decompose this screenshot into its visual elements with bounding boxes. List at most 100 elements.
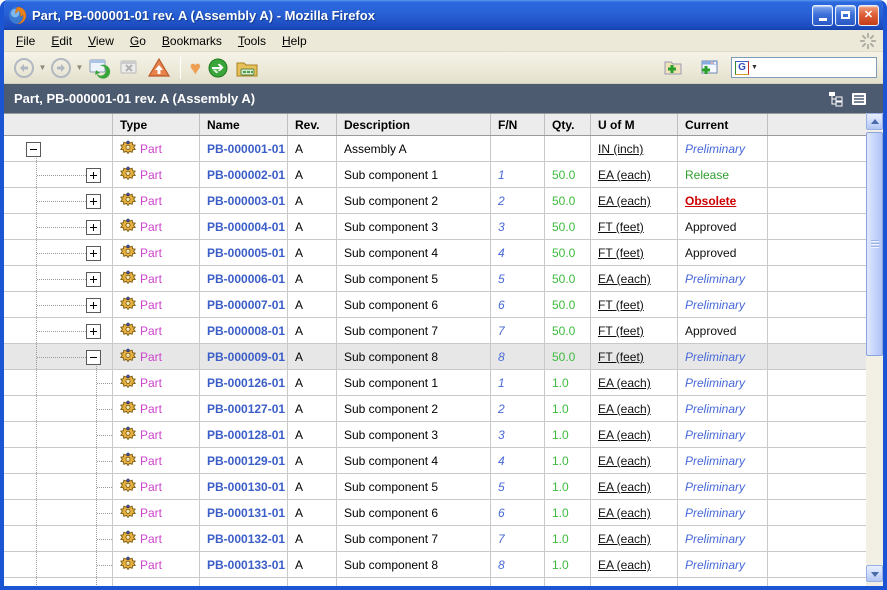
part-number-link[interactable]: PB-000007-01 xyxy=(207,298,285,312)
table-row[interactable]: PartPB-000001-01AAssembly AIN (inch)Prel… xyxy=(4,136,866,162)
collapse-icon[interactable] xyxy=(26,142,41,157)
column-header-current[interactable]: Current xyxy=(678,114,768,135)
expand-icon[interactable] xyxy=(86,194,101,209)
uom-link[interactable]: EA (each) xyxy=(598,428,651,442)
uom-link[interactable]: EA (each) xyxy=(598,168,651,182)
expand-icon[interactable] xyxy=(86,324,101,339)
uom-link[interactable]: EA (each) xyxy=(598,376,651,390)
bookmarks-button[interactable]: ♥ xyxy=(187,54,204,82)
table-row[interactable]: PartPB-000004-01ASub component 3350.0FT … xyxy=(4,214,866,240)
part-number-link[interactable]: PB-000004-01 xyxy=(207,220,285,234)
list-view-button[interactable] xyxy=(850,90,867,107)
home-button[interactable] xyxy=(144,54,174,82)
part-number-link[interactable]: PB-000003-01 xyxy=(207,194,285,208)
scrollbar-thumb[interactable] xyxy=(866,132,883,356)
menu-tools[interactable]: Tools xyxy=(230,31,274,51)
column-header-uofm[interactable]: U of M xyxy=(591,114,678,135)
uom-link[interactable]: EA (each) xyxy=(598,194,651,208)
part-number-link[interactable]: PB-000006-01 xyxy=(207,272,285,286)
table-row[interactable]: PartPB-000002-01ASub component 1150.0EA … xyxy=(4,162,866,188)
column-header-type[interactable]: Type xyxy=(113,114,200,135)
expand-icon[interactable] xyxy=(86,298,101,313)
table-row[interactable]: PartPB-000005-01ASub component 4450.0FT … xyxy=(4,240,866,266)
scroll-up-button[interactable] xyxy=(866,113,883,130)
menu-view[interactable]: View xyxy=(80,31,122,51)
table-row[interactable]: PartPB-000009-01ASub component 8850.0FT … xyxy=(4,344,866,370)
part-number-link[interactable]: PB-000001-01 xyxy=(207,142,285,156)
part-number-link[interactable]: PB-000131-01 xyxy=(207,506,285,520)
maximize-button[interactable] xyxy=(835,5,856,26)
forward-dropdown[interactable]: ▼ xyxy=(75,63,84,72)
uom-link[interactable]: FT (feet) xyxy=(598,350,644,364)
table-row[interactable]: PartPB-000008-01ASub component 7750.0FT … xyxy=(4,318,866,344)
uom-link[interactable]: EA (each) xyxy=(598,506,651,520)
table-row[interactable]: PartPB-000006-01ASub component 5550.0EA … xyxy=(4,266,866,292)
folder-card-button[interactable] xyxy=(232,54,262,82)
part-number-link[interactable]: PB-000126-01 xyxy=(207,376,285,390)
part-number-link[interactable]: PB-000133-01 xyxy=(207,558,285,572)
expand-icon[interactable] xyxy=(86,168,101,183)
uom-link[interactable]: IN (inch) xyxy=(598,142,643,156)
search-input[interactable] xyxy=(760,60,873,76)
table-row[interactable]: PartPB-000127-01ASub component 221.0EA (… xyxy=(4,396,866,422)
column-header-qty[interactable]: Qty. xyxy=(545,114,591,135)
add-folder-button[interactable] xyxy=(659,54,687,82)
table-row[interactable]: PartPB-000131-01ASub component 661.0EA (… xyxy=(4,500,866,526)
table-row[interactable]: PartPB-000133-01ASub component 881.0EA (… xyxy=(4,552,866,578)
uom-link[interactable]: EA (each) xyxy=(598,532,651,546)
scroll-down-button[interactable] xyxy=(866,565,883,582)
update-button[interactable] xyxy=(204,54,232,82)
stop-button[interactable] xyxy=(114,54,144,82)
menu-file[interactable]: File xyxy=(8,31,43,51)
new-window-button[interactable] xyxy=(695,54,723,82)
close-button[interactable]: ✕ xyxy=(858,5,879,26)
column-header-rev[interactable]: Rev. xyxy=(288,114,337,135)
table-row[interactable]: PartPB-000132-01ASub component 771.0EA (… xyxy=(4,526,866,552)
search-engine-dropdown-icon[interactable]: ▼ xyxy=(751,64,758,71)
part-number-link[interactable]: PB-000005-01 xyxy=(207,246,285,260)
vertical-scrollbar[interactable] xyxy=(866,113,883,586)
minimize-button[interactable] xyxy=(812,5,833,26)
uom-link[interactable]: EA (each) xyxy=(598,454,651,468)
uom-link[interactable]: EA (each) xyxy=(598,272,651,286)
part-number-link[interactable]: PB-000009-01 xyxy=(207,350,285,364)
column-header-name[interactable]: Name xyxy=(200,114,288,135)
google-engine-icon[interactable]: G xyxy=(735,61,749,75)
tree-view-button[interactable] xyxy=(827,90,844,107)
column-header-fn[interactable]: F/N xyxy=(491,114,545,135)
uom-link[interactable]: FT (feet) xyxy=(598,246,644,260)
table-row[interactable]: PartPB-000126-01ASub component 111.0EA (… xyxy=(4,370,866,396)
table-row[interactable]: PartPB-000003-01ASub component 2250.0EA … xyxy=(4,188,866,214)
menu-edit[interactable]: Edit xyxy=(43,31,80,51)
search-box[interactable]: G ▼ xyxy=(731,57,877,78)
part-number-link[interactable]: PB-000002-01 xyxy=(207,168,285,182)
table-row[interactable]: PartPB-000129-01ASub component 441.0EA (… xyxy=(4,448,866,474)
expand-icon[interactable] xyxy=(86,272,101,287)
menu-go[interactable]: Go xyxy=(122,31,154,51)
part-number-link[interactable]: PB-000127-01 xyxy=(207,402,285,416)
table-row[interactable]: PartPB-000130-01ASub component 551.0EA (… xyxy=(4,474,866,500)
collapse-icon[interactable] xyxy=(86,350,101,365)
column-header-description[interactable]: Description xyxy=(337,114,491,135)
back-dropdown[interactable]: ▼ xyxy=(38,63,47,72)
part-number-link[interactable]: PB-000128-01 xyxy=(207,428,285,442)
uom-link[interactable]: FT (feet) xyxy=(598,220,644,234)
uom-link[interactable]: FT (feet) xyxy=(598,298,644,312)
menu-bookmarks[interactable]: Bookmarks xyxy=(154,31,230,51)
uom-link[interactable]: EA (each) xyxy=(598,480,651,494)
table-row[interactable] xyxy=(4,578,866,586)
table-row[interactable]: PartPB-000128-01ASub component 331.0EA (… xyxy=(4,422,866,448)
uom-link[interactable]: FT (feet) xyxy=(598,324,644,338)
part-number-link[interactable]: PB-000132-01 xyxy=(207,532,285,546)
part-number-link[interactable]: PB-000130-01 xyxy=(207,480,285,494)
uom-link[interactable]: EA (each) xyxy=(598,402,651,416)
part-number-link[interactable]: PB-000008-01 xyxy=(207,324,285,338)
table-row[interactable]: PartPB-000007-01ASub component 6650.0FT … xyxy=(4,292,866,318)
part-number-link[interactable]: PB-000129-01 xyxy=(207,454,285,468)
reload-button[interactable] xyxy=(84,54,114,82)
expand-icon[interactable] xyxy=(86,220,101,235)
forward-button[interactable] xyxy=(47,54,75,82)
uom-link[interactable]: EA (each) xyxy=(598,558,651,572)
back-button[interactable] xyxy=(10,54,38,82)
expand-icon[interactable] xyxy=(86,246,101,261)
